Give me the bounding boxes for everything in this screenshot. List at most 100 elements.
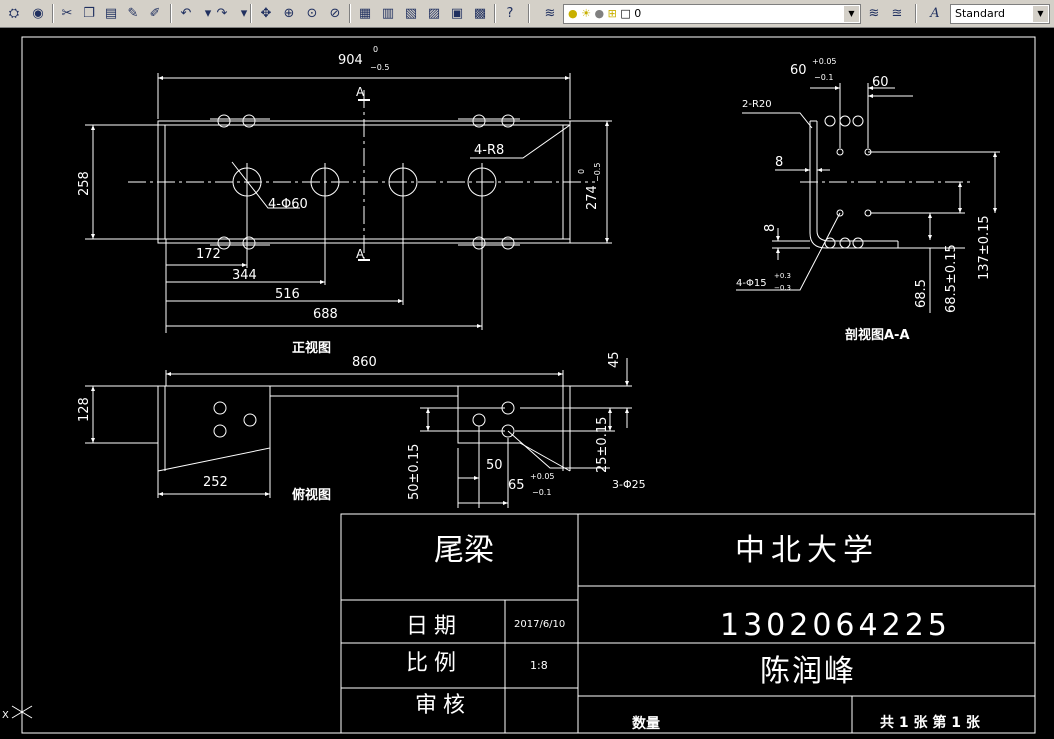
hole-callout: 4-Φ60 (268, 197, 308, 212)
sun-icon: ☀ (581, 7, 591, 20)
calculator-icon[interactable]: ▩ (470, 3, 490, 23)
dim-50-tol: 50±0.15 (407, 444, 422, 500)
section-hole-callout: 4-Φ15 (736, 278, 767, 289)
paste-icon[interactable]: ▤ (101, 3, 121, 23)
quantity-label: 数量 (632, 715, 660, 732)
section-hole-tol-upper: +0.3 (774, 272, 791, 280)
section-dim-8-top: 8 (775, 155, 783, 170)
sheet-set-icon[interactable]: ⛭ (4, 3, 24, 23)
block-editor-icon[interactable]: ✐ (145, 3, 165, 23)
toolbar-separator (250, 4, 252, 23)
layer-name: 0 (634, 7, 642, 20)
dim-172: 172 (196, 247, 221, 262)
section-dim-137-tol: 137±0.15 (977, 215, 992, 280)
pan-icon[interactable]: ✥ (256, 3, 276, 23)
copy-icon[interactable]: ❐ (79, 3, 99, 23)
toolbar-separator (915, 4, 917, 23)
layer-dropdown[interactable]: ● ☀ ● ⊞ □ 0 ▼ (563, 4, 861, 24)
dim-65: 65 (508, 478, 525, 493)
publish-icon[interactable]: ◉ (28, 3, 48, 23)
dim-50: 50 (486, 458, 503, 473)
section-hole-tol-lower: −0.3 (774, 284, 791, 292)
dim-904: 904 (338, 53, 363, 68)
zoom-previous-icon[interactable]: ⊘ (325, 3, 345, 23)
dim-688: 688 (313, 307, 338, 322)
freeze-icon: ● (594, 7, 605, 20)
ucs-x-label: X (2, 710, 9, 721)
chevron-down-icon[interactable]: ▼ (1033, 6, 1048, 22)
toolbar-separator (349, 4, 351, 23)
design-center-icon[interactable]: ▥ (378, 3, 398, 23)
dim-274-tol-upper: 0 (577, 169, 586, 174)
undo-icon[interactable]: ↶ (176, 3, 196, 23)
text-style-name: Standard (955, 7, 1006, 20)
dim-258: 258 (77, 171, 92, 196)
lock-icon: ⊞ (607, 7, 617, 20)
school-name: 中北大学 (735, 533, 879, 568)
text-style-icon[interactable]: A (925, 3, 945, 23)
part-name: 尾梁 (434, 533, 494, 568)
section-mark-a-top: A (356, 85, 365, 99)
front-view (85, 73, 612, 333)
section-dim-68-tol: 68.5±0.15 (944, 244, 959, 313)
layer-properties-icon[interactable]: ≋ (540, 3, 560, 23)
markup-icon[interactable]: ▣ (447, 3, 467, 23)
dim-904-tol-lower: −0.5 (370, 63, 389, 72)
zoom-realtime-icon[interactable]: ⊕ (279, 3, 299, 23)
dim-344: 344 (232, 268, 257, 283)
scale-value: 1:8 (530, 659, 548, 672)
dim-65-tol-upper: +0.05 (530, 472, 555, 481)
student-id: 1302064225 (720, 608, 951, 643)
dim-516: 516 (275, 287, 300, 302)
date-value: 2017/6/10 (514, 619, 565, 630)
front-view-label: 正视图 (292, 340, 331, 356)
scale-label: 比例 (406, 651, 462, 676)
model-space-canvas[interactable]: 904 0 −0.5 258 274 0 −0.5 4-Φ60 4-R8 172… (0, 28, 1054, 735)
cut-icon[interactable]: ✂ (57, 3, 77, 23)
layer-previous-icon[interactable]: ≊ (887, 3, 907, 23)
section-dim-68: 68.5 (914, 279, 929, 308)
section-dim-8-bottom: 8 (763, 224, 778, 232)
date-label: 日期 (406, 614, 462, 639)
dim-860: 860 (352, 355, 377, 370)
text-style-dropdown[interactable]: Standard ▼ (950, 4, 1050, 24)
section-view-label: 剖视图A-A (845, 327, 910, 343)
radius-callout: 4-R8 (474, 143, 504, 158)
dim-65-tol-lower: −0.1 (532, 488, 551, 497)
layer-color-swatch: □ (620, 7, 631, 20)
dim-274: 274 (585, 185, 600, 210)
review-label: 审核 (415, 693, 471, 718)
toolbar-separator (528, 4, 530, 23)
section-dim-60-tol-upper: +0.05 (812, 57, 837, 66)
section-mark-a-bottom: A (356, 247, 365, 261)
tool-palettes-icon[interactable]: ▧ (401, 3, 421, 23)
dim-274-tol-lower: −0.5 (593, 163, 602, 182)
student-name: 陈润峰 (760, 654, 856, 689)
dim-45: 45 (607, 351, 622, 368)
top-view (85, 358, 632, 508)
toolbar-separator (494, 4, 496, 23)
zoom-window-icon[interactable]: ⊙ (302, 3, 322, 23)
lightbulb-icon: ● (568, 7, 578, 20)
dim-252: 252 (203, 475, 228, 490)
dim-128: 128 (77, 397, 92, 422)
side-hole-callout: 3-Φ25 (612, 478, 646, 491)
dim-25-tol: 25±0.15 (595, 417, 610, 473)
redo-icon[interactable]: ↷ (212, 3, 232, 23)
section-dim-60-tol: 60 (790, 63, 807, 78)
make-layer-current-icon[interactable]: ≋ (864, 3, 884, 23)
toolbar-separator (52, 4, 54, 23)
section-dim-60: 60 (872, 75, 889, 90)
section-dim-60-tol-lower: −0.1 (814, 73, 833, 82)
standard-toolbar: ⛭ ◉ ✂ ❐ ▤ ✎ ✐ ↶ ▾ ↷ ▾ ✥ ⊕ ⊙ ⊘ ▦ ▥ ▧ ▨ ▣ … (0, 0, 1054, 28)
sheet-set-manager-icon[interactable]: ▨ (424, 3, 444, 23)
sheet-info: 共 1 张 第 1 张 (880, 714, 981, 731)
help-icon[interactable]: ? (500, 3, 520, 23)
match-properties-icon[interactable]: ✎ (123, 3, 143, 23)
section-radius-callout: 2-R20 (742, 99, 772, 110)
properties-icon[interactable]: ▦ (355, 3, 375, 23)
dim-904-tol-upper: 0 (373, 45, 378, 54)
toolbar-separator (170, 4, 172, 23)
side-view-label: 俯视图 (292, 487, 331, 503)
chevron-down-icon[interactable]: ▼ (844, 6, 859, 22)
